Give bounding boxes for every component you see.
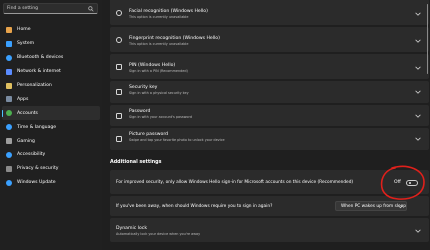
brush-icon xyxy=(6,82,12,89)
sidebar-nav: Home System Bluetooth & devices Network … xyxy=(0,23,102,190)
bluetooth-icon xyxy=(6,54,12,61)
option-subtitle: Swipe and tap your favorite photo to unl… xyxy=(129,138,225,142)
sidebar-item-label: Windows Update xyxy=(17,180,56,186)
chevron-down-icon[interactable] xyxy=(415,114,421,118)
setting-require-signin-text: If you've been away, when should Windows… xyxy=(116,203,273,209)
sidebar-item-bluetooth[interactable]: Bluetooth & devices xyxy=(2,51,100,65)
search-input[interactable]: Find a setting xyxy=(7,6,38,11)
setting-require-signin: If you've been away, when should Windows… xyxy=(110,196,429,216)
shield-icon xyxy=(6,165,12,172)
picture-icon xyxy=(116,136,122,142)
sidebar-item-gaming[interactable]: Gaming xyxy=(2,134,100,148)
signin-option-password[interactable]: Password Sign in with your account's pas… xyxy=(110,105,429,126)
setting-dynamic-lock[interactable]: Dynamic lock Automatically lock your dev… xyxy=(110,218,429,242)
toggle-state-label: Off xyxy=(394,180,401,185)
option-title: Password xyxy=(129,109,151,114)
sidebar-item-label: Accounts xyxy=(17,110,38,116)
option-subtitle: Sign in with a PIN (Recommended) xyxy=(129,69,188,73)
sidebar-item-accessibility[interactable]: Accessibility xyxy=(2,148,100,162)
sidebar-item-label: Home xyxy=(17,27,31,33)
sidebar-item-privacy-security[interactable]: Privacy & security xyxy=(2,162,100,176)
hello-only-toggle[interactable] xyxy=(406,179,418,186)
sidebar-item-label: Apps xyxy=(17,96,29,102)
password-icon xyxy=(116,112,122,119)
face-icon xyxy=(116,9,122,16)
option-title: Facial recognition (Windows Hello) xyxy=(129,9,208,14)
chevron-down-icon xyxy=(398,205,403,209)
option-subtitle: Sign in with a physical security key xyxy=(129,91,189,95)
option-title: Picture password xyxy=(129,132,169,137)
person-icon xyxy=(6,110,12,117)
sidebar-item-system[interactable]: System xyxy=(2,37,100,51)
sidebar-item-home[interactable]: Home xyxy=(2,23,100,37)
option-title: Security key xyxy=(129,85,158,90)
apps-icon xyxy=(6,96,12,103)
sidebar: Find a setting Home System Bluetooth & d… xyxy=(0,0,102,250)
sidebar-item-label: Personalization xyxy=(17,83,52,88)
option-title: Fingerprint recognition (Windows Hello) xyxy=(129,36,220,41)
sidebar-item-apps[interactable]: Apps xyxy=(2,92,100,106)
search-icon[interactable] xyxy=(88,5,94,12)
chevron-down-icon[interactable] xyxy=(415,39,421,43)
clock-icon xyxy=(6,124,12,131)
setting-hello-only: For improved security, only allow Window… xyxy=(110,170,429,194)
sidebar-item-network[interactable]: Network & internet xyxy=(2,65,100,79)
chevron-down-icon[interactable] xyxy=(415,12,421,16)
signin-option-picture-password[interactable]: Picture password Swipe and tap your favo… xyxy=(110,128,429,150)
signin-option-fingerprint[interactable]: Fingerprint recognition (Windows Hello) … xyxy=(110,27,429,52)
sidebar-item-label: Gaming xyxy=(17,138,35,144)
main-content: Facial recognition (Windows Hello) This … xyxy=(102,0,430,250)
gamepad-icon xyxy=(6,138,12,145)
pin-icon xyxy=(116,63,122,70)
option-subtitle: This option is currently unavailable xyxy=(129,42,189,46)
setting-hello-only-text: For improved security, only allow Window… xyxy=(116,180,354,185)
chevron-down-icon[interactable] xyxy=(415,90,421,94)
search-box[interactable]: Find a setting xyxy=(3,3,98,14)
sidebar-item-label: Network & internet xyxy=(17,69,61,75)
fingerprint-icon xyxy=(116,36,122,43)
home-icon xyxy=(6,26,12,33)
accessibility-icon xyxy=(6,151,12,158)
sidebar-item-label: Bluetooth & devices xyxy=(17,55,64,61)
network-icon xyxy=(6,68,12,75)
chevron-down-icon[interactable] xyxy=(415,229,421,233)
additional-settings-heading: Additional settings xyxy=(110,160,162,165)
sidebar-item-time-language[interactable]: Time & language xyxy=(2,120,100,134)
sidebar-item-label: Time & language xyxy=(17,124,57,130)
chevron-down-icon[interactable] xyxy=(415,137,421,141)
option-title: PIN (Windows Hello) xyxy=(129,63,176,68)
sidebar-item-label: Accessibility xyxy=(17,152,46,158)
option-subtitle: This option is currently unavailable xyxy=(129,15,189,19)
dropdown-value: When PC wakes up from sleep xyxy=(341,204,407,210)
toggle-knob xyxy=(408,181,412,185)
chevron-down-icon[interactable] xyxy=(415,66,421,70)
key-icon xyxy=(116,89,122,95)
require-signin-dropdown[interactable]: When PC wakes up from sleep xyxy=(335,201,407,211)
signin-option-facial[interactable]: Facial recognition (Windows Hello) This … xyxy=(110,0,429,25)
sidebar-item-label: System xyxy=(17,41,35,47)
option-subtitle: Sign in with your account's password xyxy=(129,115,192,119)
sidebar-item-personalization[interactable]: Personalization xyxy=(2,79,100,93)
sidebar-item-windows-update[interactable]: Windows Update xyxy=(2,176,100,190)
system-icon xyxy=(6,40,12,47)
dynamic-lock-subtitle: Automatically lock your device when you'… xyxy=(116,232,201,236)
signin-option-security-key[interactable]: Security key Sign in with a physical sec… xyxy=(110,81,429,103)
sidebar-item-accounts[interactable]: Accounts xyxy=(2,106,100,121)
dynamic-lock-title: Dynamic lock xyxy=(116,226,147,231)
update-icon xyxy=(6,179,12,186)
signin-option-pin[interactable]: PIN (Windows Hello) Sign in with a PIN (… xyxy=(110,54,429,79)
sidebar-item-label: Privacy & security xyxy=(17,166,59,172)
